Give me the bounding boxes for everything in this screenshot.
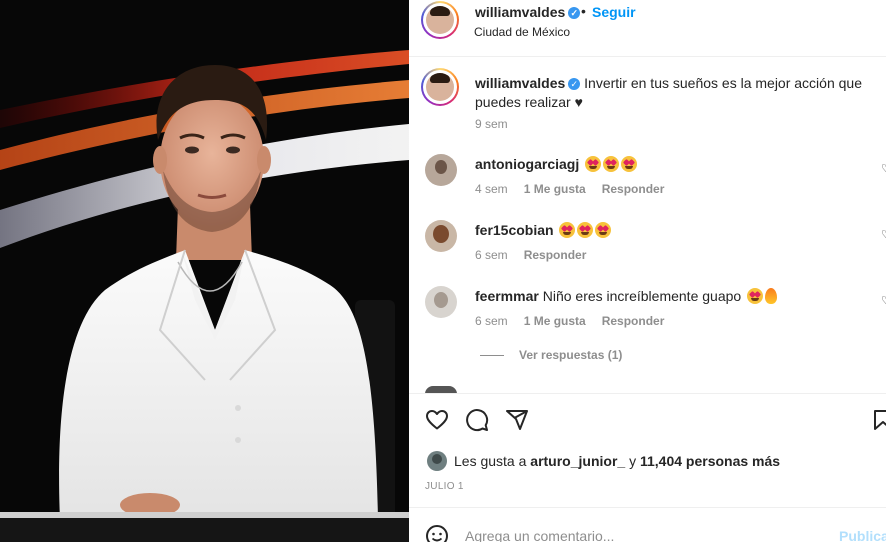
publish-button[interactable]: Publica [839,528,886,542]
comment-time: 4 sem [475,182,508,196]
post-photo[interactable] [0,0,409,542]
author-username-text[interactable]: williamvaldes [475,4,565,20]
replies-line [480,355,504,356]
author-avatar[interactable] [426,6,454,34]
heart-eyes-emoji [577,222,594,238]
likes-prefix: Les gusta a [454,453,527,469]
share-icon[interactable] [505,408,529,432]
post-date: JULIO 1 [425,481,464,492]
comment-meta: 6 sem Responder [475,248,586,262]
comment-icon[interactable] [465,408,489,432]
post-image [0,0,409,542]
heart-eyes-emoji [603,156,620,172]
comment-username[interactable]: fer15cobian [475,222,554,238]
caption: williamvaldes ✓ Invertir en tus sueños es… [475,74,870,112]
location-link[interactable]: Ciudad de México [474,25,570,39]
comment-avatar[interactable] [425,286,457,318]
input-divider [409,507,886,508]
caption-username[interactable]: williamvaldes [475,75,565,91]
heart-eyes-emoji [595,222,612,238]
heart-eyes-emoji [747,288,764,304]
reply-button[interactable]: Responder [524,248,587,262]
comment-likes[interactable]: 1 Me gusta [524,182,586,196]
caption-avatar[interactable] [426,73,454,101]
comment-meta: 4 sem 1 Me gusta Responder [475,182,664,196]
emoji-icon[interactable] [425,524,449,542]
comment-username[interactable]: antoniogarciagj [475,156,579,172]
comment-body: feermmar Niño eres increíblemente guapo [475,288,778,304]
reply-button[interactable]: Responder [602,314,665,328]
verified-badge-icon: ✓ [568,7,581,19]
comment-body: fer15cobian [475,222,612,238]
comment-avatar[interactable] [425,220,457,252]
comment-text: Niño eres increíblemente guapo [542,288,742,304]
comment-like-heart-icon[interactable]: ♡ [881,294,886,307]
verified-badge-icon: ✓ [568,78,581,90]
comment-body: antoniogarciagj [475,156,638,172]
comment-likes[interactable]: 1 Me gusta [524,314,586,328]
heart-eyes-emoji [559,222,576,238]
heart-icon[interactable] [425,408,449,432]
author-username[interactable]: williamvaldes ✓ [475,4,581,20]
comment-input[interactable]: Agrega un comentario... [465,528,614,542]
separator-dot: • [581,3,586,19]
caption-time: 9 sem [475,117,508,131]
view-replies-button[interactable]: Ver respuestas (1) [519,348,622,362]
bookmark-icon[interactable] [871,408,886,432]
likes-count[interactable]: 11,404 personas más [640,453,780,469]
comment-meta: 6 sem 1 Me gusta Responder [475,314,664,328]
liker-username[interactable]: arturo_junior_ [530,453,625,469]
fire-emoji [765,288,778,304]
comment-time: 6 sem [475,248,508,262]
liker-avatar[interactable] [427,451,447,471]
reply-button[interactable]: Responder [602,182,665,196]
comment-avatar[interactable] [425,154,457,186]
comment-like-heart-icon[interactable]: ♡ [881,228,886,241]
heart-eyes-emoji [585,156,602,172]
post-details-panel: williamvaldes ✓ • Seguir Ciudad de México… [409,0,886,542]
comment-like-heart-icon[interactable]: ♡ [881,162,886,175]
header-divider [409,56,886,57]
comments-divider [409,393,886,394]
likes-summary: Les gusta a arturo_junior_ y 11,404 pers… [454,453,780,469]
comment-username[interactable]: feermmar [475,288,539,304]
likes-connector: y [629,453,637,469]
follow-button[interactable]: Seguir [592,4,636,20]
comment-time: 6 sem [475,314,508,328]
heart-eyes-emoji [621,156,638,172]
